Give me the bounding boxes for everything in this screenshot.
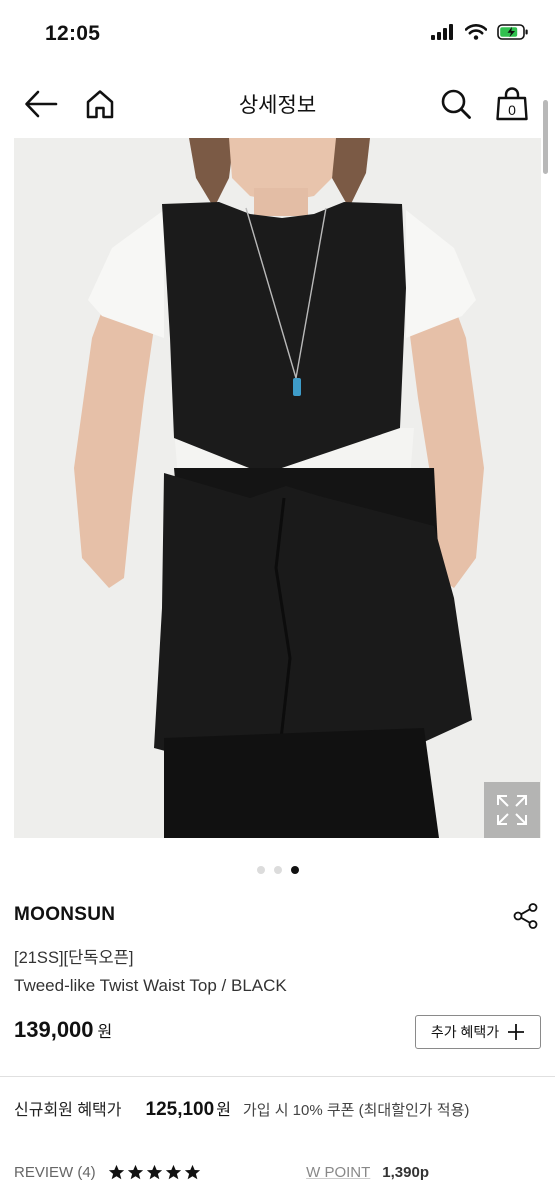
- product-tagline: [21SS][단독오픈]: [14, 949, 134, 967]
- member-benefit-unit: 원: [216, 1102, 231, 1119]
- share-button[interactable]: [512, 902, 540, 930]
- expand-icon: [497, 795, 527, 825]
- wpoint-value: 1,390p: [382, 1164, 429, 1181]
- review-row: REVIEW (4) W POINT 1,390p: [14, 1164, 541, 1181]
- status-time: 12:05: [45, 22, 101, 45]
- status-bar: 12:05: [0, 0, 555, 70]
- divider: [0, 1076, 555, 1077]
- share-icon: [513, 903, 538, 929]
- carousel-dot[interactable]: [273, 866, 282, 874]
- product-photo: [14, 138, 541, 838]
- search-icon: [441, 89, 471, 119]
- wpoint-label[interactable]: W POINT: [306, 1164, 370, 1181]
- extra-benefit-label: 추가 혜택가: [430, 1024, 500, 1040]
- star-icon: [184, 1164, 200, 1180]
- member-benefit-note: 가입 시 10% 쿠폰 (최대할인가 적용): [242, 1102, 470, 1119]
- carousel-dot[interactable]: [256, 866, 265, 874]
- cellular-signal-icon: [431, 24, 455, 45]
- cart-button[interactable]: 0: [494, 86, 530, 122]
- shopping-bag-icon: 0: [496, 87, 528, 121]
- member-benefit-price: 125,100: [145, 1099, 215, 1120]
- member-benefit-label: 신규회원 혜택가: [14, 1102, 122, 1119]
- carousel-dot-active[interactable]: [290, 866, 299, 874]
- star-icon: [127, 1164, 143, 1180]
- product-name: Tweed-like Twist Waist Top / BLACK: [14, 976, 287, 995]
- plus-icon: [508, 1024, 525, 1040]
- wifi-icon: [464, 24, 488, 45]
- product-price: 139,000 원: [14, 1017, 112, 1043]
- product-image[interactable]: [14, 138, 541, 838]
- status-icons: [431, 24, 529, 45]
- star-icon: [146, 1164, 162, 1180]
- star-icon: [165, 1164, 181, 1180]
- image-carousel-dots: [0, 866, 555, 874]
- member-benefit-row: 신규회원 혜택가 125,100 원 가입 시 10% 쿠폰 (최대할인가 적용…: [14, 1096, 469, 1121]
- zoom-button[interactable]: [484, 782, 540, 838]
- price-unit: 원: [97, 1024, 113, 1041]
- search-button[interactable]: [438, 86, 474, 122]
- battery-icon: [497, 24, 529, 45]
- review-link[interactable]: REVIEW (4): [14, 1164, 96, 1181]
- cart-count: 0: [508, 102, 516, 118]
- scroll-indicator[interactable]: [543, 100, 548, 174]
- extra-benefit-button[interactable]: 추가 혜택가: [415, 1015, 541, 1049]
- navigation-bar: 상세정보 0: [0, 70, 555, 138]
- rating-stars: [108, 1164, 201, 1181]
- brand-name[interactable]: MOONSUN: [14, 904, 115, 926]
- star-icon: [108, 1164, 124, 1180]
- price-value: 139,000: [14, 1017, 94, 1042]
